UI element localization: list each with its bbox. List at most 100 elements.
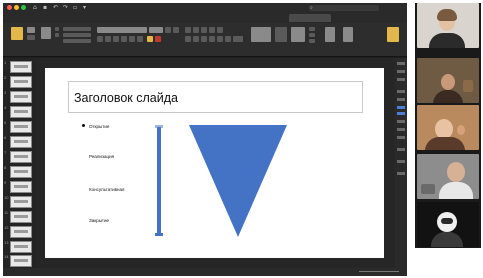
slide-thumbnail[interactable]: 8 xyxy=(4,165,33,179)
paste-icon[interactable] xyxy=(27,27,35,33)
slide-thumbnail[interactable]: 2 xyxy=(4,75,33,89)
slide-thumbnail[interactable]: 3 xyxy=(4,90,33,104)
picture-button[interactable] xyxy=(325,27,335,42)
designer-button[interactable] xyxy=(387,27,399,42)
video-tile-participant-2[interactable] xyxy=(417,58,479,103)
strikethrough-icon[interactable] xyxy=(121,36,127,42)
grow-font-icon[interactable] xyxy=(165,27,171,33)
slide-thumbnail[interactable]: 10 xyxy=(4,195,33,209)
font-family-select[interactable] xyxy=(97,27,147,33)
home-icon[interactable]: ⌂ xyxy=(33,5,39,11)
font-size-select[interactable] xyxy=(149,27,163,33)
underline-icon[interactable] xyxy=(113,36,119,42)
slide-number: 7 xyxy=(4,150,7,155)
slide-thumbnail[interactable]: 14 xyxy=(4,254,33,268)
ribbon-option-3[interactable] xyxy=(63,39,91,43)
slide-title-placeholder[interactable]: Заголовок слайда xyxy=(68,81,363,113)
ribbon-option-1[interactable] xyxy=(63,27,91,31)
triangle-shape[interactable] xyxy=(189,125,287,237)
minimize-window-button[interactable] xyxy=(14,5,19,10)
shapes-gallery[interactable] xyxy=(251,27,271,42)
slide-thumbnail[interactable]: 1 xyxy=(4,60,33,74)
bullet-item[interactable]: Открытие xyxy=(89,124,109,129)
video-tile-participant-4[interactable] xyxy=(417,154,479,199)
columns-icon[interactable] xyxy=(217,36,223,42)
shrink-font-icon[interactable] xyxy=(173,27,179,33)
align-right-icon[interactable] xyxy=(201,36,207,42)
bullet-item[interactable]: Консультативная xyxy=(89,187,124,192)
italic-icon[interactable] xyxy=(105,36,111,42)
side-panel-item[interactable] xyxy=(397,112,405,115)
line-spacing-icon[interactable] xyxy=(217,27,223,33)
side-panel-item[interactable] xyxy=(397,62,405,65)
close-window-button[interactable] xyxy=(7,5,12,10)
side-panel-item[interactable] xyxy=(397,106,405,109)
side-panel-item[interactable] xyxy=(397,160,405,163)
slide-number: 10 xyxy=(4,195,9,200)
slide-thumbnail[interactable]: 6 xyxy=(4,135,33,149)
side-panel-item[interactable] xyxy=(397,148,405,151)
align-left-icon[interactable] xyxy=(185,36,191,42)
arrange-button[interactable] xyxy=(275,27,287,42)
section-icon[interactable] xyxy=(55,33,59,37)
side-panel-item[interactable] xyxy=(397,136,405,139)
decrease-indent-icon[interactable] xyxy=(201,27,207,33)
format-painter-icon[interactable] xyxy=(27,35,35,40)
side-panel-item[interactable] xyxy=(397,120,405,123)
slide-thumbnail[interactable]: 11 xyxy=(4,210,33,224)
slide-canvas[interactable]: Заголовок слайда Открытие Реализация Кон… xyxy=(45,68,384,258)
layout-button[interactable] xyxy=(41,27,51,39)
align-center-icon[interactable] xyxy=(193,36,199,42)
vertical-line-shape[interactable] xyxy=(157,127,161,235)
line-shape-handle[interactable] xyxy=(155,233,163,236)
slide-thumbnail[interactable]: 7 xyxy=(4,150,33,164)
slide-thumbnail[interactable]: 9 xyxy=(4,180,33,194)
ribbon-option-2[interactable] xyxy=(63,33,91,37)
dictate-button[interactable] xyxy=(343,27,353,42)
search-input[interactable]: ⌕ xyxy=(309,5,379,11)
increase-indent-icon[interactable] xyxy=(209,27,215,33)
superscript-icon[interactable] xyxy=(129,36,135,42)
numbering-icon[interactable] xyxy=(193,27,199,33)
slide-thumbnail[interactable]: 4 xyxy=(4,105,33,119)
convert-to-smartart-icon[interactable] xyxy=(233,36,243,42)
shape-fill-icon[interactable] xyxy=(309,27,315,31)
reset-icon[interactable] xyxy=(55,27,59,31)
slide-thumbnail[interactable]: 5 xyxy=(4,120,33,134)
video-tile-participant-5[interactable] xyxy=(417,202,479,247)
shape-outline-icon[interactable] xyxy=(309,33,315,37)
participant-face xyxy=(435,119,453,139)
side-panel-item[interactable] xyxy=(397,128,405,131)
slide-number: 14 xyxy=(4,254,9,259)
video-tile-participant-3[interactable] xyxy=(417,105,479,150)
shape-effects-icon[interactable] xyxy=(309,39,315,43)
zoom-slider[interactable] xyxy=(359,271,399,272)
side-panel-item[interactable] xyxy=(397,90,405,93)
print-icon[interactable]: ▫ xyxy=(73,5,79,11)
side-panel-item[interactable] xyxy=(397,172,405,175)
redo-icon[interactable]: ↷ xyxy=(63,5,69,11)
save-icon[interactable]: ▪ xyxy=(43,5,49,11)
text-direction-icon[interactable] xyxy=(225,36,231,42)
customize-toolbar-icon[interactable]: ▾ xyxy=(83,5,89,11)
bullet-item[interactable]: Закрытие xyxy=(89,218,109,223)
slide-title[interactable]: Заголовок слайда xyxy=(74,91,178,105)
font-color-icon[interactable] xyxy=(155,36,161,42)
maximize-window-button[interactable] xyxy=(21,5,26,10)
bullet-item[interactable]: Реализация xyxy=(89,154,114,159)
side-panel-item[interactable] xyxy=(397,70,405,73)
video-tile-participant-1[interactable] xyxy=(417,3,479,48)
undo-icon[interactable]: ↶ xyxy=(53,5,59,11)
bullets-icon[interactable] xyxy=(185,27,191,33)
quick-styles-button[interactable] xyxy=(291,27,305,42)
side-panel-item[interactable] xyxy=(397,78,405,81)
slide-thumbnail[interactable]: 12 xyxy=(4,225,33,239)
new-slide-button[interactable] xyxy=(11,27,23,40)
bold-icon[interactable] xyxy=(97,36,103,42)
slide-thumbnail[interactable]: 13 xyxy=(4,240,33,254)
subscript-icon[interactable] xyxy=(137,36,143,42)
justify-icon[interactable] xyxy=(209,36,215,42)
tab-active[interactable] xyxy=(289,14,331,22)
highlight-color-icon[interactable] xyxy=(147,36,153,42)
side-panel-item[interactable] xyxy=(397,98,405,101)
